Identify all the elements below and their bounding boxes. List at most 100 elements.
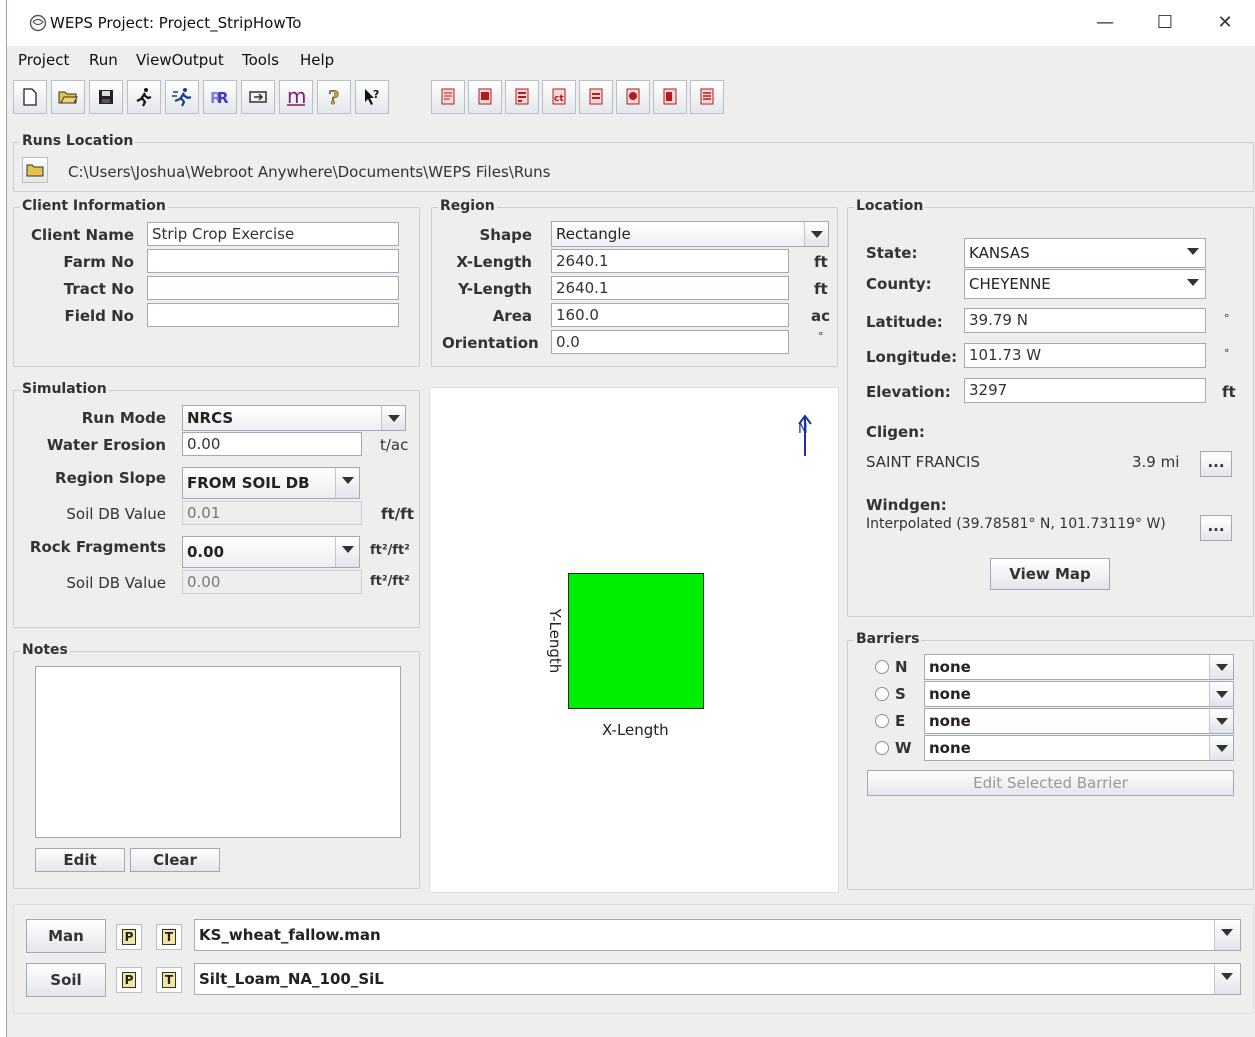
mcrew-icon[interactable]: m: [279, 80, 313, 114]
browse-runs-folder-icon[interactable]: [22, 157, 48, 183]
north-label: N: [798, 422, 808, 437]
barrier-n-radio[interactable]: [875, 660, 889, 674]
management-button[interactable]: Man: [26, 919, 106, 953]
orientation-field[interactable]: 0.0: [551, 330, 789, 354]
run-mode-label: Run Mode: [81, 409, 166, 427]
water-erosion-field[interactable]: 0.00: [182, 432, 362, 456]
area-field[interactable]: 160.0: [551, 303, 789, 327]
rock-fragments-dropdown[interactable]: 0.00: [182, 536, 360, 568]
run-mode-dropdown[interactable]: NRCS: [182, 405, 406, 431]
report-4-icon[interactable]: ct: [542, 80, 576, 114]
latitude-label: Latitude:: [866, 313, 943, 331]
tract-no-field[interactable]: [147, 276, 399, 300]
x-length-field[interactable]: 2640.1: [551, 249, 789, 273]
region-slope-value: FROM SOIL DB: [187, 474, 310, 492]
convert-icon[interactable]: [241, 80, 275, 114]
soil-file-dropdown[interactable]: Silt_Loam_NA_100_SiL: [194, 963, 1241, 995]
soil-p-icon[interactable]: P: [116, 967, 142, 993]
new-project-icon[interactable]: [13, 80, 47, 114]
chevron-down-icon: [1209, 655, 1233, 679]
latitude-field[interactable]: 39.79 N: [964, 308, 1206, 333]
report-5-icon[interactable]: [579, 80, 613, 114]
soil-t-icon[interactable]: T: [156, 967, 182, 993]
cligen-station: SAINT FRANCIS: [866, 453, 980, 471]
barrier-e-radio[interactable]: [875, 714, 889, 728]
menu-help[interactable]: Help: [300, 51, 334, 69]
barrier-s-label: S: [895, 685, 906, 703]
shape-dropdown[interactable]: Rectangle: [551, 221, 829, 247]
maximize-button[interactable]: ☐: [1145, 8, 1185, 38]
chevron-down-icon: [1181, 239, 1205, 267]
barrier-w-dropdown[interactable]: none: [924, 735, 1234, 761]
save-icon[interactable]: [89, 80, 123, 114]
notes-edit-button[interactable]: Edit: [35, 848, 125, 872]
report-1-icon[interactable]: [431, 80, 465, 114]
report-6-icon[interactable]: [616, 80, 650, 114]
help-icon[interactable]: ?: [317, 80, 351, 114]
county-value: CHEYENNE: [969, 275, 1051, 293]
run-multiple-icon[interactable]: [165, 80, 199, 114]
farm-no-field[interactable]: [147, 249, 399, 273]
report-8-icon[interactable]: [690, 80, 724, 114]
shape-value: Rectangle: [556, 225, 631, 243]
svg-text:m: m: [287, 87, 306, 107]
windgen-browse-button[interactable]: ...: [1200, 515, 1232, 541]
notes-clear-button[interactable]: Clear: [130, 848, 220, 872]
notes-textarea[interactable]: [35, 666, 401, 838]
menu-tools[interactable]: Tools: [242, 51, 279, 69]
cligen-browse-button[interactable]: ...: [1200, 451, 1232, 477]
region-slope-dropdown[interactable]: FROM SOIL DB: [182, 467, 360, 499]
report-2-icon[interactable]: [468, 80, 502, 114]
field-view[interactable]: N X-Length Y-Length: [429, 387, 839, 893]
view-map-button[interactable]: View Map: [990, 558, 1110, 590]
menu-viewoutput[interactable]: ViewOutput: [136, 51, 224, 69]
water-erosion-unit: t/ac: [380, 436, 409, 454]
barriers-panel: Barriers N none S none E none W none Edi…: [847, 631, 1254, 890]
management-file-dropdown[interactable]: KS_wheat_fallow.man: [194, 919, 1241, 951]
man-t-icon[interactable]: T: [156, 924, 182, 950]
chevron-down-icon: [335, 468, 359, 498]
soil-button[interactable]: Soil: [26, 963, 106, 997]
runs-location-title: Runs Location: [20, 133, 136, 149]
elevation-field[interactable]: 3297: [964, 378, 1206, 403]
soil-db-slope-field: 0.01: [182, 501, 362, 525]
run-report-icon[interactable]: RR: [203, 80, 237, 114]
barrier-s-dropdown[interactable]: none: [924, 681, 1234, 707]
edit-selected-barrier-button[interactable]: Edit Selected Barrier: [867, 770, 1234, 796]
man-p-icon[interactable]: P: [116, 924, 142, 950]
field-no-field[interactable]: [147, 303, 399, 327]
menu-project[interactable]: Project: [18, 51, 69, 69]
report-3-icon[interactable]: [505, 80, 539, 114]
y-length-label: Y-Length: [458, 280, 532, 298]
run-icon[interactable]: [127, 80, 161, 114]
barrier-e-label: E: [895, 712, 906, 730]
client-name-field[interactable]: Strip Crop Exercise: [147, 222, 399, 246]
soil-db-rock-label: Soil DB Value: [66, 574, 166, 592]
management-file-value: KS_wheat_fallow.man: [199, 926, 381, 944]
report-7-icon[interactable]: [653, 80, 687, 114]
notes-title: Notes: [20, 642, 70, 658]
county-dropdown[interactable]: CHEYENNE: [964, 269, 1206, 299]
open-folder-icon[interactable]: [51, 80, 85, 114]
chevron-down-icon: [804, 222, 828, 246]
state-dropdown[interactable]: KANSAS: [964, 238, 1206, 268]
chevron-down-icon: [1214, 920, 1240, 950]
longitude-field[interactable]: 101.73 W: [964, 343, 1206, 368]
minimize-button[interactable]: —: [1085, 8, 1125, 38]
longitude-label: Longitude:: [866, 348, 958, 366]
water-erosion-label: Water Erosion: [46, 436, 166, 454]
y-length-field[interactable]: 2640.1: [551, 276, 789, 300]
context-help-icon[interactable]: ?: [355, 80, 389, 114]
barrier-s-radio[interactable]: [875, 687, 889, 701]
state-value: KANSAS: [969, 244, 1030, 262]
field-rectangle[interactable]: [568, 573, 704, 709]
barrier-e-dropdown[interactable]: none: [924, 708, 1234, 734]
shape-label: Shape: [479, 226, 532, 244]
window-title: WEPS Project: Project_StripHowTo: [50, 14, 302, 32]
chevron-down-icon: [1209, 682, 1233, 706]
menu-run[interactable]: Run: [89, 51, 118, 69]
barrier-w-radio[interactable]: [875, 741, 889, 755]
barrier-n-dropdown[interactable]: none: [924, 654, 1234, 680]
close-button[interactable]: ✕: [1205, 8, 1245, 38]
latitude-unit: °: [1224, 312, 1230, 325]
